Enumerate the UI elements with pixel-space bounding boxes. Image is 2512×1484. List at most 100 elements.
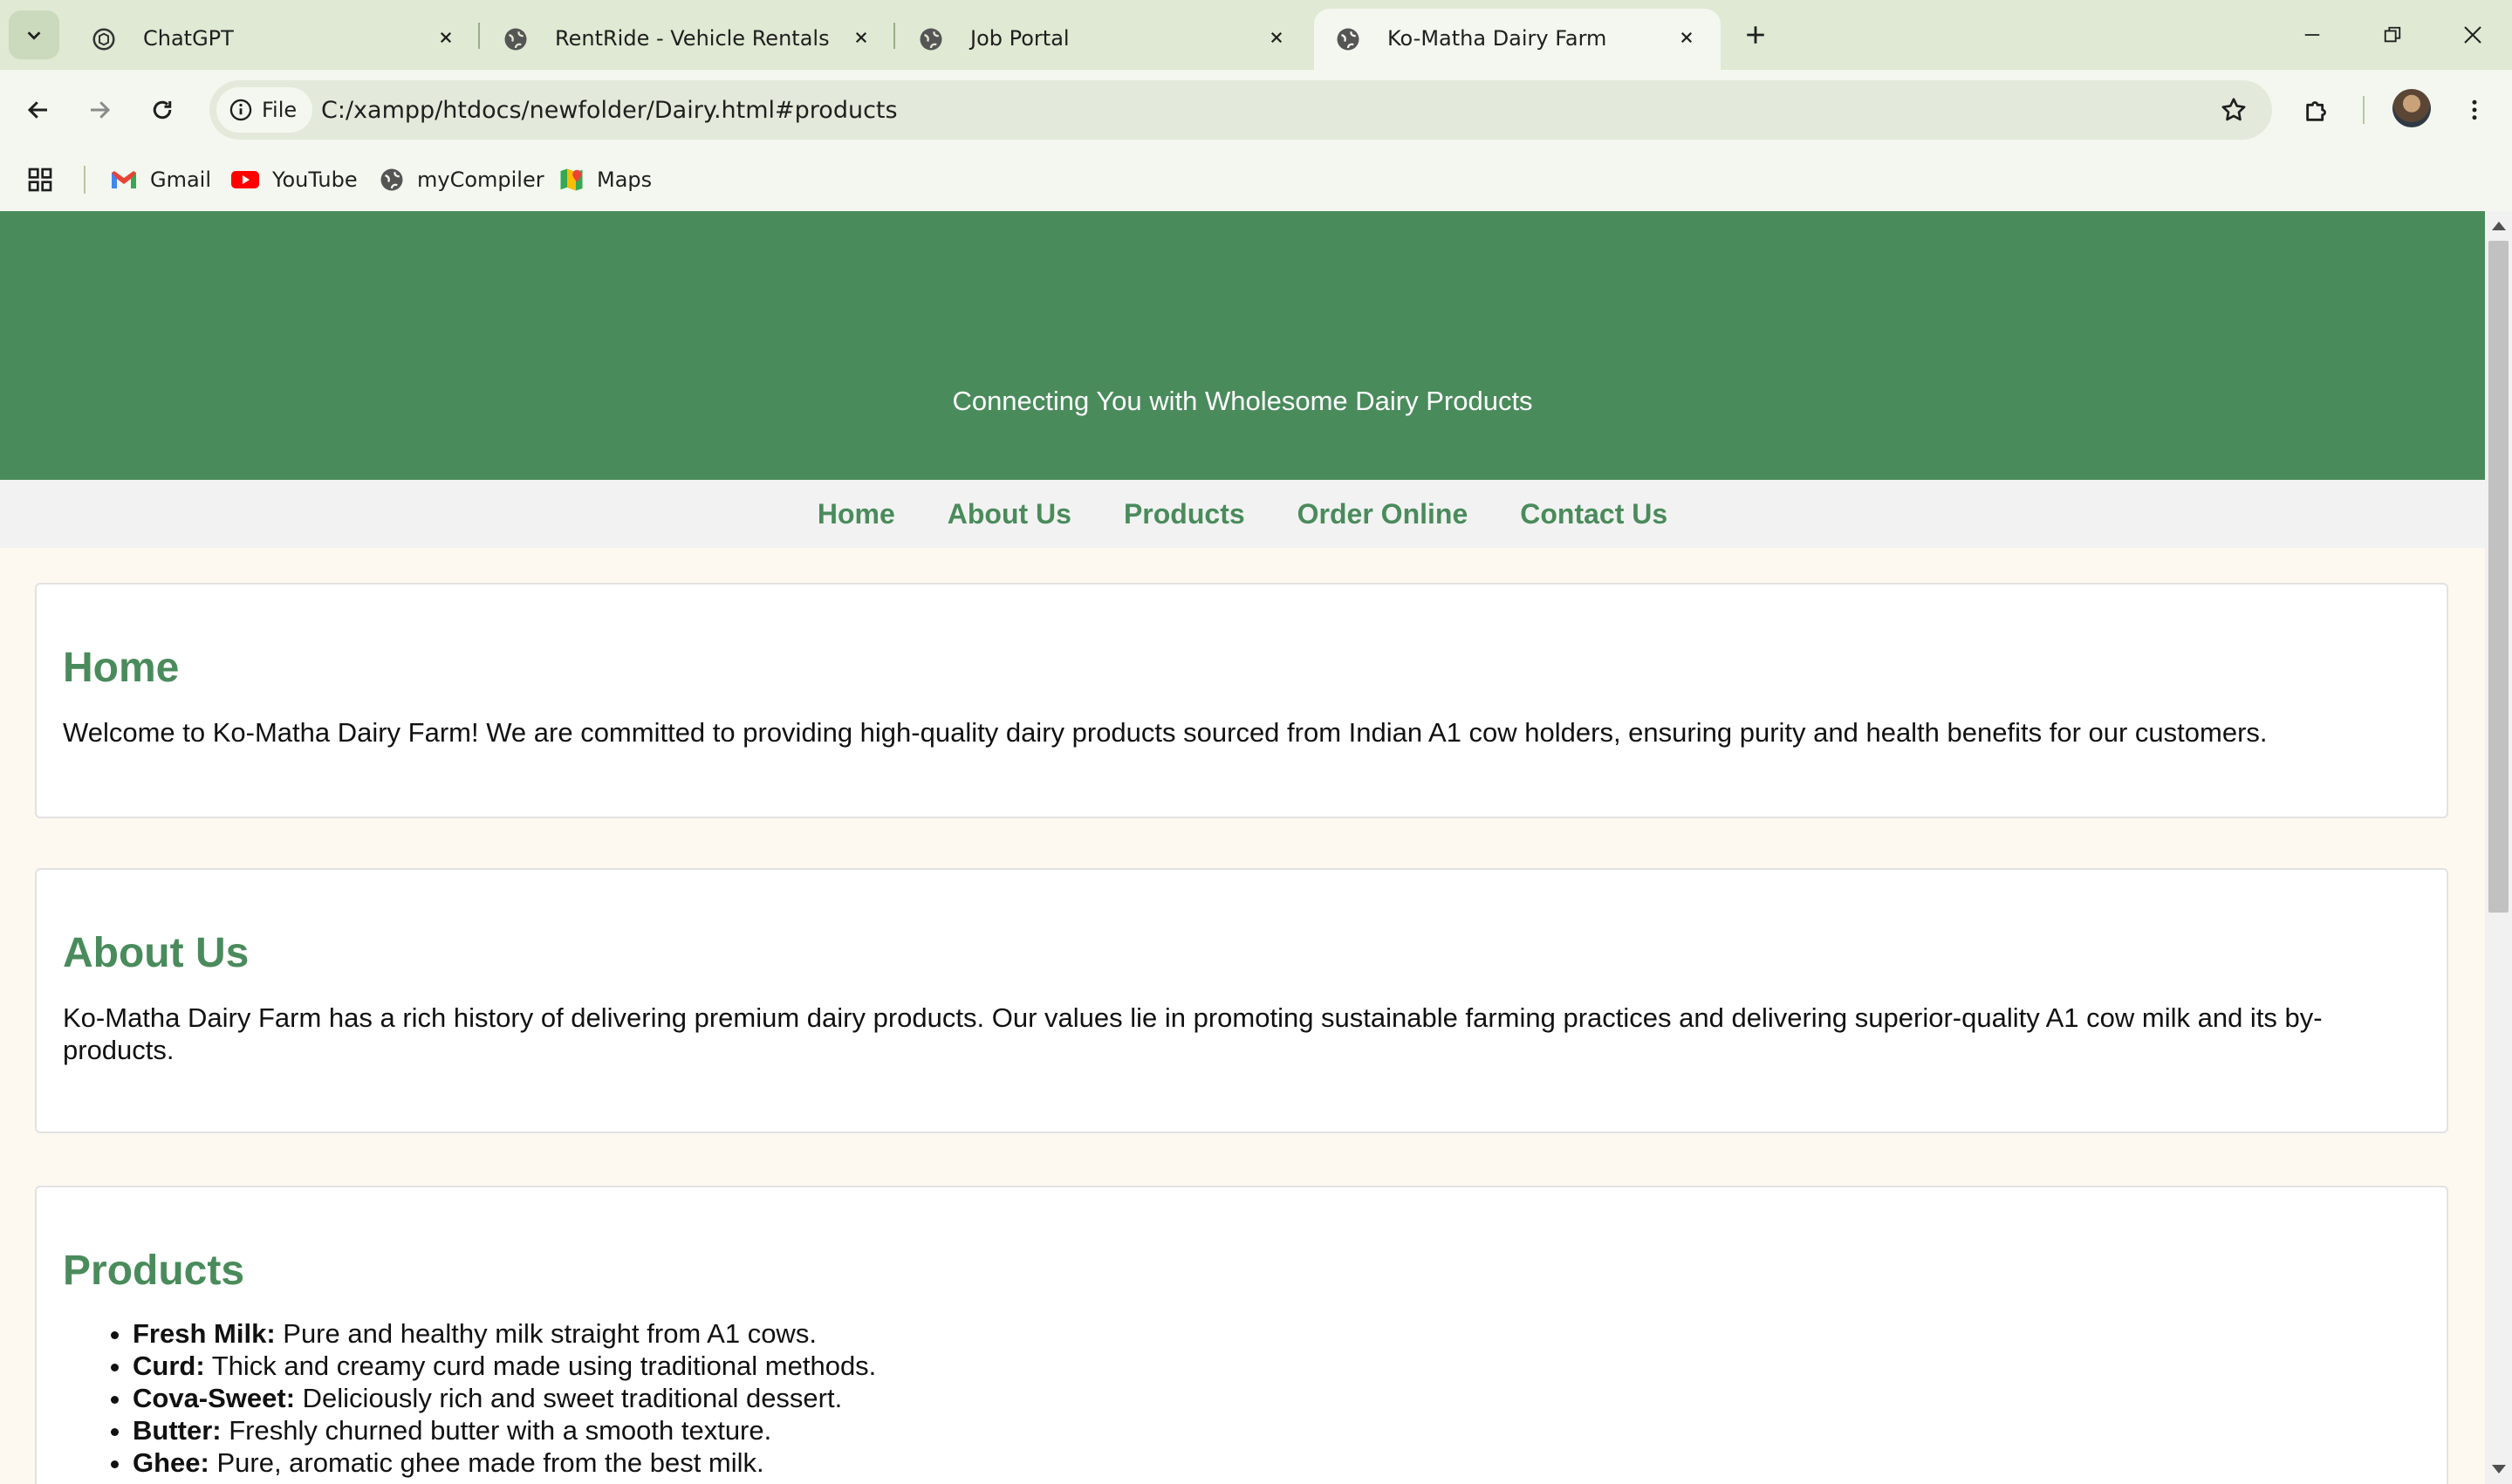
- youtube-icon: [231, 171, 259, 188]
- bookmark-label: Maps: [597, 168, 653, 192]
- restore-icon: [2384, 26, 2401, 43]
- bookmarks-divider: [84, 166, 86, 194]
- star-icon: [2221, 98, 2246, 121]
- reload-icon: [153, 100, 172, 120]
- tab-title: RentRide - Vehicle Rentals: [555, 26, 830, 51]
- product-item: Butter: Freshly churned butter with a sm…: [133, 1414, 2420, 1446]
- reload-button[interactable]: [140, 87, 185, 133]
- toolbar-divider: [2363, 96, 2365, 124]
- scroll-up-arrow-icon[interactable]: [2492, 222, 2506, 230]
- puzzle-icon: [2306, 101, 2326, 121]
- nav-link-order-online[interactable]: Order Online: [1297, 498, 1468, 530]
- bookmarks-bar: Gmail YouTube myCompiler Maps: [0, 150, 2512, 211]
- section-heading: Products: [63, 1248, 245, 1294]
- tab-rentride[interactable]: RentRide - Vehicle Rentals: [482, 9, 895, 70]
- tab-strip: ChatGPT RentRide - Vehicle Rentals Job P…: [0, 0, 2512, 70]
- product-item: Ghee: Pure, aromatic ghee made from the …: [133, 1446, 2420, 1479]
- section-heading: About Us: [63, 930, 250, 976]
- globe-icon: [380, 168, 403, 191]
- tab-divider: [478, 23, 480, 49]
- address-bar[interactable]: File C:/xampp/htdocs/newfolder/Dairy.htm…: [209, 80, 2272, 140]
- scroll-down-arrow-icon[interactable]: [2492, 1465, 2506, 1474]
- close-window-button[interactable]: [2454, 16, 2492, 54]
- bookmark-label: myCompiler: [417, 168, 544, 192]
- url-text[interactable]: C:/xampp/htdocs/newfolder/Dairy.html#pro…: [321, 97, 898, 124]
- about-section: About Us Ko-Matha Dairy Farm has a rich …: [35, 868, 2448, 1133]
- globe-icon: [501, 24, 530, 54]
- minimize-icon: [2304, 34, 2320, 36]
- tab-title: Ko-Matha Dairy Farm: [1387, 26, 1607, 51]
- minimize-button[interactable]: [2293, 16, 2331, 54]
- close-tab-icon[interactable]: [1672, 23, 1701, 52]
- gmail-icon: [112, 171, 136, 188]
- products-list: Fresh Milk: Pure and healthy milk straig…: [63, 1317, 2420, 1479]
- section-text: Welcome to Ko-Matha Dairy Farm! We are c…: [63, 717, 2268, 748]
- profile-avatar[interactable]: [2392, 89, 2431, 127]
- product-desc: Freshly churned butter with a smooth tex…: [221, 1415, 772, 1446]
- bookmark-star-button[interactable]: [2216, 92, 2251, 127]
- product-desc: Pure and healthy milk straight from A1 c…: [275, 1318, 817, 1349]
- product-desc: Thick and creamy curd made using traditi…: [204, 1351, 877, 1381]
- product-name: Ghee:: [133, 1447, 209, 1478]
- tab-chatgpt[interactable]: ChatGPT: [70, 9, 480, 70]
- close-tab-icon[interactable]: [846, 23, 876, 52]
- bookmark-youtube[interactable]: YouTube: [230, 162, 358, 197]
- bookmark-label: YouTube: [272, 168, 358, 192]
- site-info-chip[interactable]: File: [216, 87, 313, 133]
- browser-menu-button[interactable]: [2454, 89, 2495, 131]
- product-item: Cova-Sweet: Deliciously rich and sweet t…: [133, 1382, 2420, 1414]
- close-icon: [2464, 26, 2481, 44]
- arrow-right-icon: [91, 101, 111, 119]
- tab-title: Job Portal: [970, 26, 1070, 51]
- bookmark-maps[interactable]: Maps: [558, 162, 652, 197]
- apps-button[interactable]: [26, 162, 54, 197]
- forward-button[interactable]: [77, 87, 122, 133]
- plus-icon: [1747, 26, 1764, 44]
- section-heading: Home: [63, 645, 180, 691]
- new-tab-button[interactable]: [1738, 17, 1773, 52]
- products-section: Products Fresh Milk: Pure and healthy mi…: [35, 1186, 2448, 1484]
- product-item: Curd: Thick and creamy curd made using t…: [133, 1350, 2420, 1382]
- close-tab-icon[interactable]: [431, 23, 461, 52]
- globe-icon: [1333, 24, 1363, 54]
- tab-search-button[interactable]: [9, 10, 59, 59]
- tab-job-portal[interactable]: Job Portal: [897, 9, 1311, 70]
- site-nav: Home About Us Products Order Online Cont…: [0, 480, 2485, 548]
- nav-link-about-us[interactable]: About Us: [948, 498, 1071, 530]
- site-header: Connecting You with Wholesome Dairy Prod…: [0, 211, 2485, 480]
- more-vertical-icon: [2472, 99, 2477, 120]
- globe-icon: [916, 24, 946, 54]
- page-scrollbar[interactable]: [2485, 211, 2512, 1484]
- product-item: Fresh Milk: Pure and healthy milk straig…: [133, 1317, 2420, 1350]
- arrow-left-icon: [27, 101, 47, 119]
- chatgpt-icon: [89, 24, 119, 54]
- product-name: Butter:: [133, 1415, 222, 1446]
- product-desc: Deliciously rich and sweet traditional d…: [295, 1383, 843, 1413]
- browser-toolbar: File C:/xampp/htdocs/newfolder/Dairy.htm…: [0, 70, 2512, 150]
- bookmark-mycompiler[interactable]: myCompiler: [379, 162, 544, 197]
- scrollbar-thumb[interactable]: [2488, 241, 2509, 913]
- nav-link-contact-us[interactable]: Contact Us: [1520, 498, 1667, 530]
- tab-ko-matha-dairy-farm[interactable]: Ko-Matha Dairy Farm: [1314, 9, 1721, 70]
- bookmark-gmail[interactable]: Gmail: [110, 162, 211, 197]
- product-name: Cova-Sweet:: [133, 1383, 296, 1413]
- home-section: Home Welcome to Ko-Matha Dairy Farm! We …: [35, 583, 2448, 818]
- nav-link-home[interactable]: Home: [818, 498, 895, 530]
- close-tab-icon[interactable]: [1262, 23, 1291, 52]
- bookmark-label: Gmail: [150, 168, 212, 192]
- site-info-label: File: [262, 98, 298, 122]
- section-text: Ko-Matha Dairy Farm has a rich history o…: [63, 1002, 2323, 1065]
- info-icon: [229, 99, 252, 121]
- maps-icon: [560, 168, 583, 191]
- page-viewport: Connecting You with Wholesome Dairy Prod…: [0, 211, 2485, 1484]
- site-tagline: Connecting You with Wholesome Dairy Prod…: [952, 386, 1533, 416]
- extensions-button[interactable]: [2296, 89, 2338, 131]
- tab-title: ChatGPT: [143, 26, 234, 51]
- chevron-down-icon: [27, 31, 41, 40]
- tab-divider: [893, 23, 895, 49]
- back-button[interactable]: [16, 87, 61, 133]
- product-name: Curd:: [133, 1351, 205, 1381]
- product-name: Fresh Milk:: [133, 1318, 276, 1349]
- restore-button[interactable]: [2373, 16, 2412, 54]
- nav-link-products[interactable]: Products: [1124, 498, 1245, 530]
